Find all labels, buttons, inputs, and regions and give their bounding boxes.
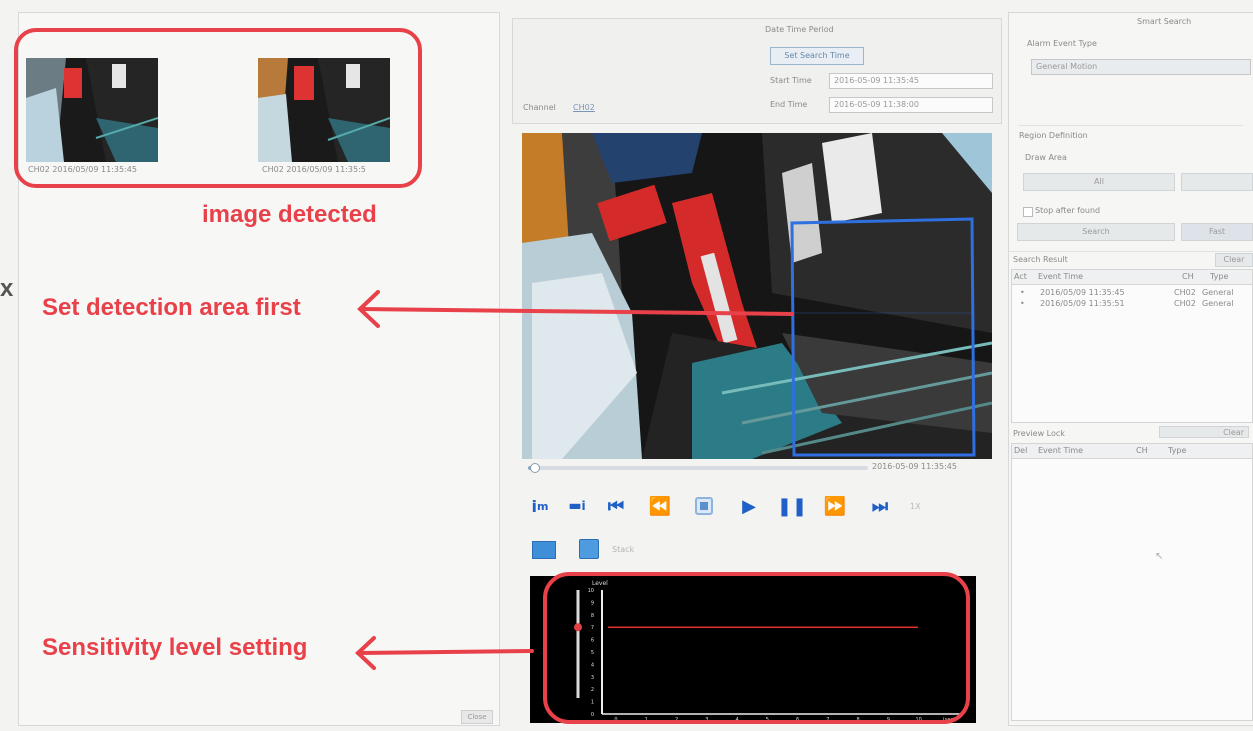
row-time: 2016/05/09 11:35:45: [1040, 288, 1125, 297]
channel-label: Channel: [523, 103, 556, 112]
preview-header-row: Del Event Time CH Type: [1012, 444, 1252, 459]
table-row[interactable]: • 2016/05/09 11:35:51 CH02 General: [1012, 299, 1252, 310]
result-header-time[interactable]: Event Time: [1038, 272, 1083, 281]
fast-forward-icon[interactable]: ⏩: [823, 494, 847, 518]
sensitivity-annotation: Sensitivity level setting: [42, 634, 308, 661]
table-row[interactable]: • 2016/05/09 11:35:45 CH02 General: [1012, 288, 1252, 299]
preview-lock-label: Preview Lock: [1013, 429, 1065, 438]
row-ch: CH02: [1174, 299, 1196, 308]
smart-search-title: Smart Search: [1137, 17, 1192, 26]
clear-area-button[interactable]: [1181, 173, 1253, 191]
preview-header-time[interactable]: Event Time: [1038, 446, 1083, 455]
close-button[interactable]: Close: [461, 710, 493, 724]
camera-view-image: [522, 133, 992, 459]
fast-button[interactable]: Fast: [1181, 223, 1253, 241]
draw-area-label: Draw Area: [1025, 153, 1067, 162]
row-type: General: [1202, 299, 1234, 308]
sensitivity-highlight: [543, 572, 970, 724]
row-type: General: [1202, 288, 1234, 297]
row-time: 2016/05/09 11:35:51: [1040, 299, 1125, 308]
row-bullet: •: [1020, 299, 1025, 308]
result-header-ch[interactable]: CH: [1182, 272, 1194, 281]
row-ch: CH02: [1174, 288, 1196, 297]
stop-after-found-checkbox[interactable]: [1023, 207, 1033, 217]
preview-header-ch[interactable]: CH: [1136, 446, 1148, 455]
end-time-label: End Time: [770, 100, 808, 109]
set-detection-annotation: Set detection area first: [42, 294, 301, 321]
image-detected-annotation: image detected: [202, 201, 377, 228]
channel-value[interactable]: CH02: [573, 103, 595, 112]
preview-clear-button[interactable]: Clear: [1159, 426, 1249, 438]
skip-start-icon[interactable]: ⏮: [604, 494, 628, 518]
region-definition-label: Region Definition: [1019, 131, 1088, 140]
end-time-field[interactable]: 2016-05-09 11:38:00: [829, 97, 993, 113]
start-time-field[interactable]: 2016-05-09 11:35:45: [829, 73, 993, 89]
stack-label: Stack: [612, 545, 635, 554]
date-time-period-label: Date Time Period: [765, 25, 834, 34]
search-time-panel: Date Time Period Set Search Time Start T…: [512, 18, 1002, 124]
zoom-in-icon[interactable]: im: [528, 494, 552, 518]
rewind-icon[interactable]: ⏪: [648, 494, 672, 518]
alarm-event-type-label: Alarm Event Type: [1027, 39, 1097, 48]
play-icon[interactable]: ▶: [737, 494, 761, 518]
start-time-label: Start Time: [770, 76, 812, 85]
video-frame[interactable]: [522, 133, 992, 459]
preview-header-del[interactable]: Del: [1014, 446, 1027, 455]
snapshot-icon[interactable]: [532, 541, 556, 559]
search-button[interactable]: Search: [1017, 223, 1175, 241]
left-edge-mark: x: [0, 275, 14, 302]
mouse-cursor-icon: ↖: [1155, 551, 1164, 562]
save-icon[interactable]: [579, 539, 599, 559]
progress-handle[interactable]: [530, 463, 540, 473]
result-header-act[interactable]: Act: [1014, 272, 1027, 281]
stop-icon[interactable]: [692, 494, 716, 518]
all-button[interactable]: All: [1023, 173, 1175, 191]
search-result-label: Search Result: [1013, 255, 1068, 264]
stop-after-found-label: Stop after found: [1035, 206, 1101, 215]
row-bullet: •: [1020, 288, 1025, 297]
playback-timestamp: 2016-05-09 11:35:45: [872, 462, 957, 471]
pause-icon[interactable]: ❚❚: [777, 494, 807, 518]
playback-progress[interactable]: [528, 463, 868, 473]
image-detected-highlight: [14, 28, 422, 188]
clear-result-button[interactable]: Clear: [1215, 253, 1253, 267]
skip-end-icon[interactable]: ⏭: [868, 494, 892, 518]
result-header-row: Act Event Time CH Type: [1012, 270, 1252, 285]
zoom-out-icon[interactable]: ▬ i: [565, 494, 589, 518]
smart-search-panel: Smart Search Alarm Event Type General Mo…: [1008, 12, 1253, 726]
result-header-type[interactable]: Type: [1210, 272, 1228, 281]
preview-table: Del Event Time CH Type: [1011, 443, 1253, 721]
search-result-table: Act Event Time CH Type • 2016/05/09 11:3…: [1011, 269, 1253, 423]
set-search-time-button[interactable]: Set Search Time: [770, 47, 864, 65]
preview-header-type[interactable]: Type: [1168, 446, 1186, 455]
speed-label: 1X: [910, 502, 921, 511]
alarm-event-type-select[interactable]: General Motion: [1031, 59, 1251, 75]
